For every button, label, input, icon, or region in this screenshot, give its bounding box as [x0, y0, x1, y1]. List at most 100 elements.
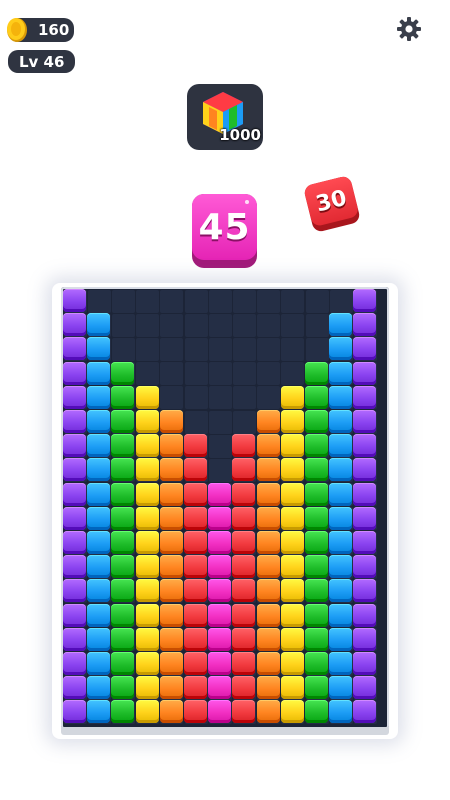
next-block-value: 30	[313, 185, 350, 217]
block-yellow	[135, 506, 159, 530]
coin-count: 160	[38, 21, 70, 39]
block-blue	[329, 506, 353, 530]
block-purple	[63, 555, 86, 579]
block-blue	[87, 531, 111, 554]
block-green	[305, 410, 328, 433]
block-green	[305, 385, 328, 409]
block-red	[184, 506, 207, 530]
board-cell	[281, 289, 305, 313]
board-cell	[257, 313, 281, 337]
board-cell	[208, 313, 232, 337]
block-pink	[208, 603, 232, 627]
block-red	[232, 555, 256, 579]
block-purple	[63, 337, 86, 361]
block-blue	[87, 579, 111, 603]
block-purple	[353, 410, 377, 433]
block-orange	[159, 676, 183, 700]
board-cell	[208, 386, 232, 410]
block-orange	[256, 458, 280, 482]
block-yellow	[135, 579, 159, 603]
block-blue	[87, 652, 111, 675]
block-green	[111, 627, 135, 651]
block-red	[232, 579, 256, 603]
game-board[interactable]	[61, 287, 389, 729]
board-cell	[160, 289, 184, 313]
block-purple	[353, 555, 377, 579]
block-orange	[256, 434, 280, 458]
block-red	[184, 603, 207, 627]
board-cell	[305, 313, 329, 337]
block-blue	[329, 531, 353, 554]
block-blue	[87, 410, 111, 433]
block-blue	[87, 676, 111, 700]
block-red	[184, 700, 207, 724]
block-green	[305, 531, 328, 554]
block-purple	[63, 531, 86, 554]
block-green	[111, 410, 135, 433]
board-cell	[281, 313, 305, 337]
block-orange	[256, 579, 280, 603]
block-pink	[208, 506, 232, 530]
settings-button[interactable]	[396, 16, 422, 42]
block-blue	[87, 627, 111, 651]
coin-counter: 160	[7, 18, 74, 42]
block-orange	[159, 627, 183, 651]
block-blue	[329, 337, 353, 361]
board-cell	[257, 362, 281, 386]
block-yellow	[280, 410, 304, 433]
board-cell	[136, 337, 160, 361]
block-purple	[63, 676, 86, 700]
block-green	[305, 458, 328, 482]
block-green	[305, 361, 328, 385]
block-purple	[353, 627, 377, 651]
block-green	[111, 579, 135, 603]
block-purple	[353, 506, 377, 530]
block-yellow	[135, 603, 159, 627]
block-yellow	[280, 652, 304, 675]
current-block[interactable]: 45	[192, 194, 257, 268]
block-green	[111, 555, 135, 579]
block-yellow	[135, 458, 159, 482]
block-purple	[63, 652, 86, 675]
block-yellow	[135, 676, 159, 700]
goal-count: 1000	[219, 126, 261, 144]
block-yellow	[135, 555, 159, 579]
block-yellow	[135, 531, 159, 554]
block-purple	[353, 603, 377, 627]
block-purple	[353, 700, 377, 724]
block-purple	[353, 579, 377, 603]
block-green	[305, 482, 328, 506]
board-cell	[160, 362, 184, 386]
block-red	[184, 482, 207, 506]
block-yellow	[280, 506, 304, 530]
block-red	[184, 531, 207, 554]
block-purple	[353, 289, 377, 312]
block-green	[111, 676, 135, 700]
block-purple	[353, 434, 377, 458]
block-blue	[329, 361, 353, 385]
block-yellow	[135, 410, 159, 433]
board-cell	[232, 362, 256, 386]
block-orange	[159, 555, 183, 579]
board-cell	[184, 386, 208, 410]
block-blue	[329, 555, 353, 579]
block-green	[305, 676, 328, 700]
block-yellow	[135, 385, 159, 409]
block-purple	[353, 482, 377, 506]
block-red	[232, 531, 256, 554]
block-orange	[256, 531, 280, 554]
block-purple	[63, 434, 86, 458]
block-red	[232, 458, 256, 482]
block-purple	[63, 482, 86, 506]
board-cell	[232, 337, 256, 361]
block-purple	[63, 361, 86, 385]
block-orange	[256, 410, 280, 433]
board-cell	[281, 337, 305, 361]
block-yellow	[280, 458, 304, 482]
block-yellow	[135, 652, 159, 675]
board-cell	[184, 289, 208, 313]
block-blue	[329, 603, 353, 627]
block-pink	[208, 652, 232, 675]
board-cell	[257, 386, 281, 410]
block-orange	[256, 506, 280, 530]
